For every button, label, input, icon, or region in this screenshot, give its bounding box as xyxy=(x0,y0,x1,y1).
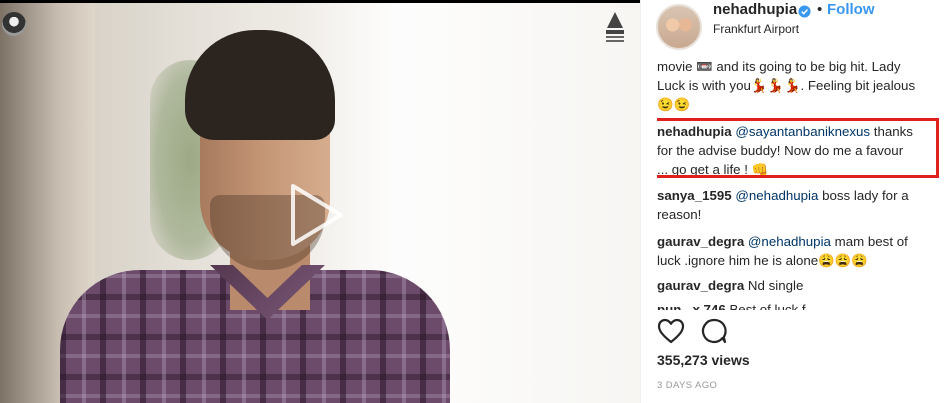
video-frame-person xyxy=(60,10,450,403)
post-location[interactable]: Frankfurt Airport xyxy=(713,22,799,36)
post-panel: nehadhupia • Follow Frankfurt Airport mo… xyxy=(640,0,951,403)
comment-username[interactable]: sanya_1595 xyxy=(657,188,732,203)
comment-item: movie 📼 and its going to be big hit. Lad… xyxy=(657,57,942,114)
comments-list[interactable]: movie 📼 and its going to be big hit. Lad… xyxy=(657,52,947,310)
comment-text: luck .ignore him he is alone😩😩😩 xyxy=(657,253,868,268)
header-separator: • xyxy=(817,1,823,18)
top-bar xyxy=(0,0,640,3)
post-header: nehadhupia • Follow Frankfurt Airport xyxy=(641,0,951,52)
comment-text: mam best of xyxy=(834,234,908,249)
play-icon[interactable] xyxy=(279,180,349,250)
verified-badge-icon xyxy=(798,5,811,18)
red-highlight-box xyxy=(657,118,939,178)
post-timestamp[interactable]: 3 DAYS AGO xyxy=(657,380,717,391)
comment-text: Luck is with you💃💃💃. Feeling bit jealous xyxy=(657,78,916,93)
like-heart-icon[interactable] xyxy=(657,318,685,344)
post-username[interactable]: nehadhupia xyxy=(713,1,797,18)
post-actions xyxy=(657,318,937,344)
comment-item: gaurav_degra Nd single xyxy=(657,276,942,295)
comment-username[interactable]: gaurav_degra xyxy=(657,234,744,249)
video-user-avatar[interactable] xyxy=(2,12,26,36)
view-count[interactable]: 355,273 views xyxy=(657,352,750,368)
comment-text: reason! xyxy=(657,207,702,222)
comment-username[interactable]: gaurav_degra xyxy=(657,278,744,293)
comment-item: gaurav_degra @nehadhupia mam best of luc… xyxy=(657,232,942,270)
comment-text: Best of luck f... xyxy=(729,302,817,310)
comment-mention[interactable]: @nehadhupia xyxy=(735,188,818,203)
comment-item: sanya_1595 @nehadhupia boss lady for a r… xyxy=(657,186,942,224)
comment-text: movie 📼 and its going to be big hit. Lad… xyxy=(657,59,901,74)
comment-mention[interactable]: @nehadhupia xyxy=(748,234,831,249)
video-player[interactable] xyxy=(0,0,640,403)
comment-item: pun...x 746 Best of luck f... xyxy=(657,300,942,310)
comment-text: boss lady for a xyxy=(822,188,909,203)
comment-text: 😉😉 xyxy=(657,97,691,112)
sony-logo xyxy=(606,12,624,42)
profile-avatar[interactable] xyxy=(656,4,702,50)
comment-text: Nd single xyxy=(747,278,804,293)
comment-bubble-icon[interactable] xyxy=(701,318,727,344)
follow-button[interactable]: Follow xyxy=(827,1,875,18)
person-hair xyxy=(185,30,335,140)
comment-username[interactable]: pun...x 746 xyxy=(657,302,726,310)
